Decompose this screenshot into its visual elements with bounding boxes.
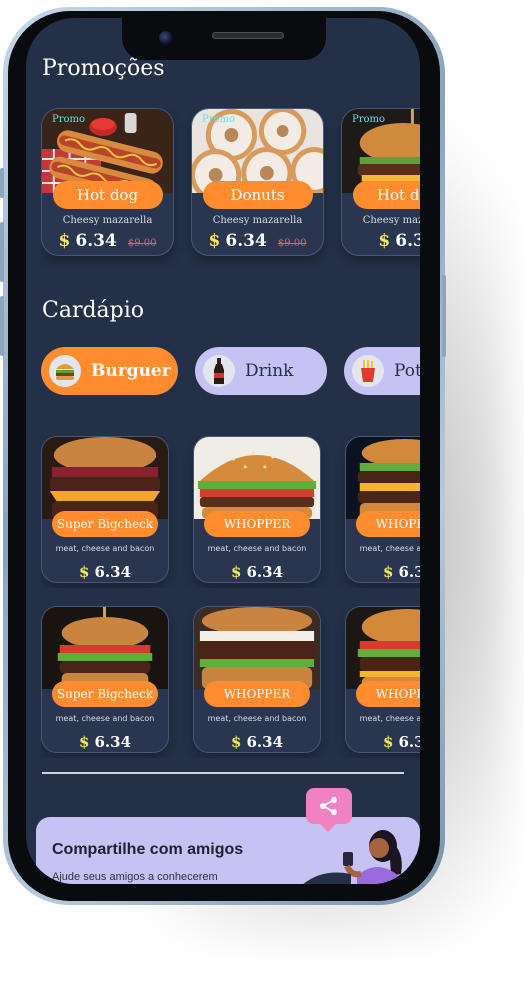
volume-down-button [0, 296, 4, 356]
mute-switch [0, 168, 4, 198]
category-chips[interactable]: Burguer Drink Potato [41, 347, 420, 399]
earpiece-speaker [212, 32, 284, 39]
currency-symbol: $ [382, 733, 394, 751]
burger-image [194, 607, 320, 689]
menu-item-price: 6.34 [246, 563, 284, 581]
currency-symbol: $ [78, 563, 90, 581]
menu-item-price: 6.34 [94, 563, 132, 581]
menu-item-description: meat, cheese and bacon [359, 544, 420, 553]
promo-price-row: $ 6.34 [342, 231, 420, 251]
promo-price: 6.34 [225, 231, 267, 251]
promo-old-price: $9.00 [127, 238, 157, 249]
promo-name: Donuts [202, 181, 313, 209]
app-screen: Promoções Promo Hot dog Cheesy mazarella… [26, 18, 420, 884]
menu-item-description: meat, cheese and bacon [359, 714, 420, 723]
menu-title: Cardápio [42, 298, 145, 323]
menu-item-price: 6.34 [398, 563, 420, 581]
share-subtitle: Ajude seus amigos a conhecerem [52, 871, 218, 883]
menu-item-card[interactable]: WHOPPER meat, cheese and bacon $ 6.34 [345, 606, 420, 753]
menu-item-card[interactable]: WHOPPER meat, cheese and bacon $ 6.34 [345, 436, 420, 583]
fries-icon [352, 355, 384, 387]
burger-image [194, 437, 320, 519]
menu-item-price-row: $ 6.34 [194, 732, 320, 751]
front-camera [159, 31, 173, 45]
menu-item-price-row: $ 6.34 [194, 562, 320, 581]
promo-price: 6.34 [75, 231, 117, 251]
menu-item-description: meat, cheese and bacon [55, 714, 155, 723]
promo-old-price: $9.00 [277, 238, 307, 249]
section-divider [42, 772, 404, 774]
promo-subtitle: Cheesy mazarella [362, 215, 420, 226]
promo-tag: Promo [202, 114, 236, 125]
category-chip-drink[interactable]: Drink [195, 347, 327, 395]
promo-subtitle: Cheesy mazarella [62, 215, 153, 226]
menu-item-price-row: $ 6.34 [42, 732, 168, 751]
currency-symbol: $ [58, 231, 71, 251]
menu-row-1[interactable]: Super Bigcheck meat, cheese and bacon $ … [41, 436, 420, 588]
currency-symbol: $ [230, 733, 242, 751]
share-icon [320, 797, 337, 815]
menu-item-name: WHOPPER [356, 681, 420, 707]
promo-name: Hot dog [52, 181, 163, 209]
promo-tag: Promo [52, 114, 86, 125]
menu-item-description: meat, cheese and bacon [55, 544, 155, 553]
currency-symbol: $ [382, 563, 394, 581]
promotions-carousel[interactable]: Promo Hot dog Cheesy mazarella $ 6.34 $9… [41, 108, 420, 268]
currency-symbol: $ [208, 231, 221, 251]
category-chip-burguer[interactable]: Burguer [41, 347, 178, 395]
category-chip-potato[interactable]: Potato [344, 347, 420, 395]
promo-subtitle: Cheesy mazarella [212, 215, 303, 226]
menu-item-name: WHOPPER [356, 511, 420, 537]
share-title: Compartilhe com amigos [52, 841, 244, 858]
person-with-phone-illustration [303, 830, 402, 884]
menu-item-price: 6.34 [398, 733, 420, 751]
category-label: Potato [394, 361, 420, 381]
menu-item-price: 6.34 [94, 733, 132, 751]
promo-name: Hot dog [352, 181, 420, 209]
menu-item-card[interactable]: Super Bigcheck meat, cheese and bacon $ … [41, 436, 169, 583]
menu-item-card[interactable]: WHOPPER meat, cheese and bacon $ 6.34 [193, 436, 321, 583]
promo-card-burger[interactable]: Promo Hot dog Cheesy mazarella $ 6.34 [341, 108, 420, 256]
power-button [442, 275, 446, 357]
menu-row-2[interactable]: Super Bigcheck meat, cheese and bacon $ … [41, 606, 420, 758]
menu-item-price-row: $ 6.34 [346, 562, 420, 581]
menu-item-name: Super Bigcheck [52, 681, 158, 707]
burger-image [346, 607, 420, 689]
menu-item-price: 6.34 [246, 733, 284, 751]
promo-price-row: $ 6.34 $9.00 [192, 231, 323, 251]
burger-image [42, 607, 168, 689]
menu-item-price-row: $ 6.34 [346, 732, 420, 751]
menu-item-card[interactable]: Super Bigcheck meat, cheese and bacon $ … [41, 606, 169, 753]
menu-item-price-row: $ 6.34 [42, 562, 168, 581]
promo-tag: Promo [352, 114, 386, 125]
currency-symbol: $ [378, 231, 391, 251]
category-label: Burguer [91, 361, 171, 381]
currency-symbol: $ [230, 563, 242, 581]
promo-card-donuts[interactable]: Promo Donuts Cheesy mazarella $ 6.34 $9.… [191, 108, 324, 256]
currency-symbol: $ [78, 733, 90, 751]
volume-up-button [0, 222, 4, 282]
menu-item-name: WHOPPER [204, 681, 310, 707]
promo-price-row: $ 6.34 $9.00 [42, 231, 173, 251]
category-label: Drink [245, 361, 294, 381]
soda-bottle-icon [203, 355, 235, 387]
burger-image [346, 437, 420, 519]
notch [122, 18, 326, 60]
share-button[interactable] [306, 788, 352, 832]
menu-item-card[interactable]: WHOPPER meat, cheese and bacon $ 6.34 [193, 606, 321, 753]
promo-card-hotdog[interactable]: Promo Hot dog Cheesy mazarella $ 6.34 $9… [41, 108, 174, 256]
burger-icon [49, 355, 81, 387]
menu-item-description: meat, cheese and bacon [207, 544, 307, 553]
menu-item-name: Super Bigcheck [52, 511, 158, 537]
burger-image [42, 437, 168, 519]
promo-price: 6.34 [395, 231, 420, 251]
menu-item-name: WHOPPER [204, 511, 310, 537]
menu-item-description: meat, cheese and bacon [207, 714, 307, 723]
